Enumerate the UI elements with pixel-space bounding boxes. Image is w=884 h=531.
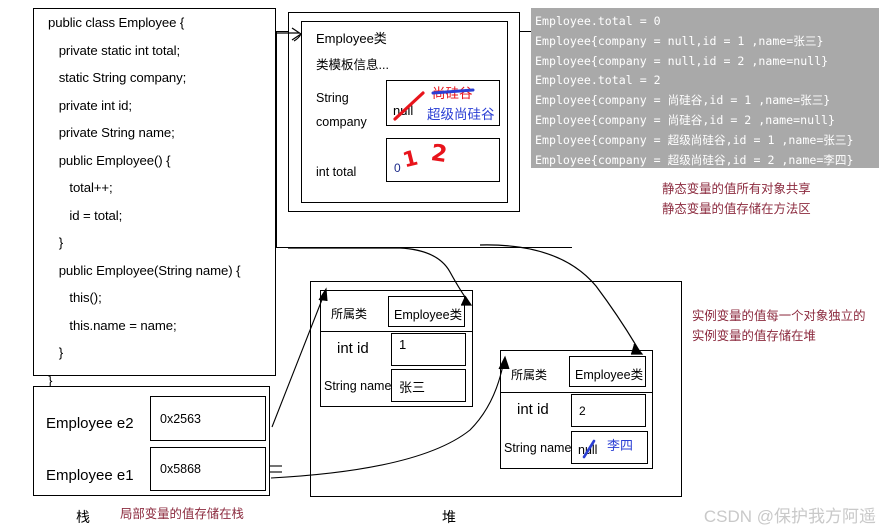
object-owner-value-box: Employee类 [388, 296, 465, 327]
object-name-value: 张三 [399, 380, 426, 395]
object-id-value: 2 [579, 404, 586, 418]
instance-note-independent: 实例变量的值每一个对象独立的 [692, 309, 866, 323]
code-line: public Employee(String name) { [48, 262, 241, 278]
stack-note-storage: 局部变量的值存储在栈 [120, 507, 244, 521]
console-line: Employee.total = 2 [535, 73, 661, 88]
code-line: public Employee() { [48, 152, 171, 168]
stack-area-label: 栈 [76, 509, 90, 525]
console-line: Employee{company = 超级尚硅谷,id = 1 ,name=张三… [535, 132, 854, 147]
heap-object-2: 所属类 Employee类 int id 2 String name null … [500, 350, 653, 469]
total-value-zero: 0 [394, 161, 401, 175]
object-id-value: 1 [399, 337, 407, 352]
stack-entry-label-e2: Employee e2 [46, 415, 134, 432]
code-line: this.name = name; [48, 317, 177, 333]
console-line: Employee{company = null,id = 2 ,name=nul… [535, 53, 829, 68]
object-id-value-box: 1 [391, 333, 466, 366]
field-company-type-label: String [316, 91, 349, 105]
total-value-two: 2 [429, 140, 449, 168]
code-line: total++; [48, 180, 113, 195]
code-line: this(); [48, 290, 102, 305]
console-line: Employee{company = 超级尚硅谷,id = 2 ,name=李四… [535, 152, 854, 167]
code-line: public class Employee { [48, 15, 185, 30]
name-strikethrough-mark [582, 439, 596, 459]
heap-area-label: 堆 [442, 509, 456, 525]
total-value-one: 1 [400, 145, 421, 173]
object-owner-value: Employee类 [394, 308, 463, 322]
console-line: Employee.total = 0 [535, 14, 661, 28]
field-total-label: int total [316, 165, 357, 179]
console-line: Employee{company = null,id = 1 ,name=张三} [535, 33, 824, 48]
code-line: } [48, 345, 63, 360]
instance-note-storage: 实例变量的值存储在堆 [692, 329, 816, 343]
object-name-value-box: 张三 [391, 369, 466, 402]
csdn-watermark: CSDN @保护我方阿遥 [703, 507, 876, 526]
source-code-panel: public class Employee { private static i… [33, 8, 276, 388]
code-line: } [48, 235, 63, 250]
object-owner-label: 所属类 [511, 368, 548, 382]
object-name-value-box: null 李四 [571, 431, 648, 464]
stack-entry-value-e2: 0x2563 [160, 411, 202, 426]
company-strikethrough-marks [393, 88, 475, 121]
object-name-label: String name [324, 379, 392, 393]
static-note-storage: 静态变量的值存储在方法区 [662, 202, 811, 216]
stack-entry-label-e1: Employee e1 [46, 467, 134, 484]
code-line: private static int total; [48, 42, 181, 58]
stack-entry-value-box-e1: 0x5868 [150, 447, 266, 491]
class-name-label: Employee类 [316, 31, 387, 46]
console-line: Employee{company = 尚硅谷,id = 2 ,name=null… [535, 112, 836, 127]
field-company-name-label: company [316, 115, 367, 129]
object-id-label: int id [337, 340, 369, 357]
class-template-box: Employee类 类模板信息... String company int to… [301, 21, 508, 203]
code-line: id = total; [48, 207, 123, 223]
static-note-shared: 静态变量的值所有对象共享 [662, 182, 811, 196]
object-id-value-box: 2 [571, 394, 646, 427]
console-line: Employee{company = 尚硅谷,id = 1 ,name=张三} [535, 93, 831, 108]
heap-object-1: 所属类 Employee类 int id 1 String name 张三 [320, 290, 473, 407]
console-output-panel: Employee.total = 0 Employee{company = nu… [531, 8, 879, 168]
stack-entry-value-box-e2: 0x2563 [150, 396, 266, 441]
class-template-info-label: 类模板信息... [316, 58, 389, 72]
object-owner-value: Employee类 [575, 368, 644, 382]
code-line: private String name; [48, 125, 175, 140]
stack-entry-value-e1: 0x5868 [160, 462, 202, 476]
object-owner-label: 所属类 [331, 307, 368, 321]
code-line: private int id; [48, 97, 132, 113]
object-id-label: int id [517, 401, 549, 418]
static-total-value-box: 0 1 2 [386, 138, 500, 182]
object-owner-value-box: Employee类 [569, 356, 646, 387]
object-name-label: String name [504, 441, 572, 455]
static-company-value-box: null 尚硅谷 超级尚硅谷 [386, 80, 500, 126]
stack-area-box: Employee e2 0x2563 Employee e1 0x5868 [33, 386, 270, 496]
code-line: static String company; [48, 70, 187, 85]
